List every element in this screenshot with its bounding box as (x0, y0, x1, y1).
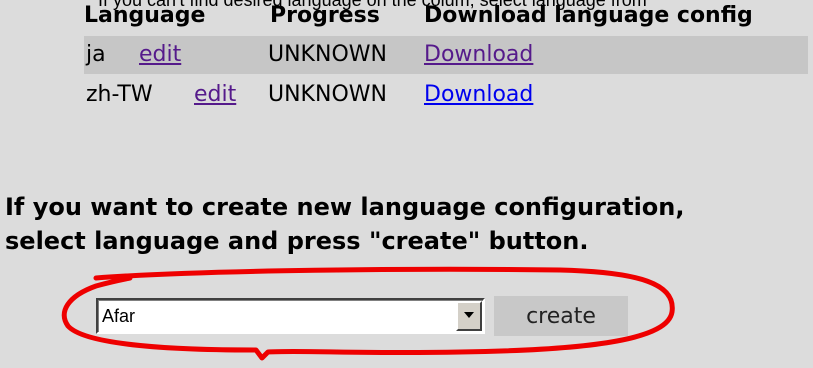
select-dropdown-button[interactable] (456, 301, 482, 331)
progress-status: UNKNOWN (268, 82, 387, 107)
download-link[interactable]: Download (424, 42, 533, 67)
header-progress: Progress (270, 3, 380, 28)
language-select-value: Afar (102, 306, 136, 326)
create-button[interactable]: create (494, 296, 628, 336)
language-code: zh-TW (86, 82, 153, 107)
header-download: Download language config (424, 3, 753, 28)
create-instructions: If you want to create new language confi… (5, 190, 685, 258)
instructions-line-1: If you want to create new language confi… (5, 193, 685, 221)
download-link[interactable]: Download (424, 82, 533, 107)
chevron-down-icon (464, 312, 474, 318)
table-row: zh-TW edit UNKNOWN Download (84, 76, 808, 114)
header-language: Language (84, 3, 206, 28)
instructions-line-2: select language and press "create" butto… (5, 227, 589, 255)
edit-link[interactable]: edit (194, 82, 236, 107)
edit-link[interactable]: edit (139, 42, 181, 67)
table-header: Language Progress Download language conf… (84, 2, 813, 30)
language-code: ja (86, 42, 106, 67)
language-select[interactable]: Afar (96, 298, 485, 334)
progress-status: UNKNOWN (268, 42, 387, 67)
table-row: ja edit UNKNOWN Download (84, 36, 808, 74)
